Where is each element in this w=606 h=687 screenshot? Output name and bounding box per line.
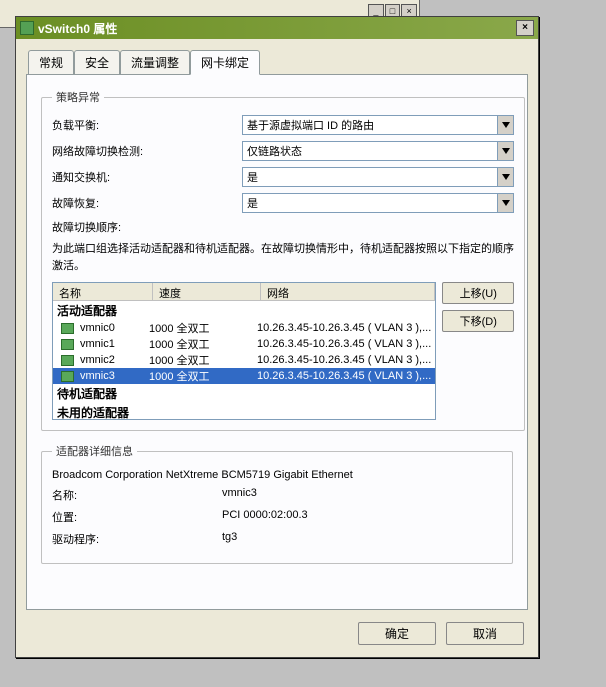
detail-location-value: PCI 0000:02:00.3	[222, 509, 308, 525]
failover-order-label: 故障切换顺序:	[52, 219, 242, 235]
table-row[interactable]: vmnic2 1000 全双工 10.26.3.45-10.26.3.45 ( …	[53, 352, 435, 368]
table-row[interactable]: vmnic3 1000 全双工 10.26.3.45-10.26.3.45 ( …	[53, 368, 435, 384]
close-button[interactable]: ×	[516, 20, 534, 36]
nic-icon	[61, 371, 74, 382]
col-header-speed[interactable]: 速度	[153, 283, 261, 300]
col-header-network[interactable]: 网络	[261, 283, 435, 300]
load-balancing-label: 负载平衡:	[52, 117, 242, 133]
ok-button[interactable]: 确定	[358, 622, 436, 645]
chevron-down-icon[interactable]	[497, 116, 513, 134]
nic-icon	[61, 339, 74, 350]
adapter-listview[interactable]: 名称 速度 网络 活动适配器 vmnic0 1000 全双工 10.26.3.4…	[52, 282, 436, 420]
detail-location-label: 位置:	[52, 509, 222, 525]
nic-icon	[61, 323, 74, 334]
detail-name-value: vmnic3	[222, 487, 257, 503]
tab-security[interactable]: 安全	[74, 50, 120, 75]
group-unused-adapters: 未用的适配器	[53, 403, 435, 420]
nic-teaming-panel: 策略异常 负载平衡: 基于源虚拟端口 ID 的路由 网络故障切换检测: 仅链路状…	[26, 74, 528, 610]
group-standby-adapters: 待机适配器	[53, 384, 435, 403]
policy-exceptions-group: 策略异常 负载平衡: 基于源虚拟端口 ID 的路由 网络故障切换检测: 仅链路状…	[41, 89, 525, 431]
detail-driver-label: 驱动程序:	[52, 531, 222, 547]
details-legend: 适配器详细信息	[52, 443, 137, 459]
failover-detection-select[interactable]: 仅链路状态	[242, 141, 514, 161]
notify-switches-label: 通知交换机:	[52, 169, 242, 185]
chevron-down-icon[interactable]	[497, 194, 513, 212]
notify-switches-select[interactable]: 是	[242, 167, 514, 187]
tab-strip: 常规 安全 流量调整 网卡绑定	[28, 50, 528, 75]
group-active-adapters: 活动适配器	[53, 301, 435, 320]
chevron-down-icon[interactable]	[497, 168, 513, 186]
move-up-button[interactable]: 上移(U)	[442, 282, 514, 304]
failback-label: 故障恢复:	[52, 195, 242, 211]
tab-nic-teaming[interactable]: 网卡绑定	[190, 50, 260, 75]
detail-name-label: 名称:	[52, 487, 222, 503]
vswitch-icon	[20, 21, 34, 35]
titlebar: vSwitch0 属性 ×	[16, 17, 538, 39]
tab-traffic-shaping[interactable]: 流量调整	[120, 50, 190, 75]
move-down-button[interactable]: 下移(D)	[442, 310, 514, 332]
chevron-down-icon[interactable]	[497, 142, 513, 160]
detail-driver-value: tg3	[222, 531, 237, 547]
list-header: 名称 速度 网络	[53, 283, 435, 301]
failover-detection-label: 网络故障切换检测:	[52, 143, 242, 159]
adapter-vendor: Broadcom Corporation NetXtreme BCM5719 G…	[52, 469, 353, 481]
load-balancing-select[interactable]: 基于源虚拟端口 ID 的路由	[242, 115, 514, 135]
failover-help-text: 为此端口组选择活动适配器和待机适配器。在故障切换情形中，待机适配器按照以下指定的…	[52, 241, 514, 274]
failback-select[interactable]: 是	[242, 193, 514, 213]
table-row[interactable]: vmnic1 1000 全双工 10.26.3.45-10.26.3.45 ( …	[53, 336, 435, 352]
cancel-button[interactable]: 取消	[446, 622, 524, 645]
col-header-name[interactable]: 名称	[53, 283, 153, 300]
vswitch-properties-dialog: vSwitch0 属性 × 常规 安全 流量调整 网卡绑定 策略异常 负载平衡:…	[15, 16, 539, 658]
table-row[interactable]: vmnic0 1000 全双工 10.26.3.45-10.26.3.45 ( …	[53, 320, 435, 336]
tab-general[interactable]: 常规	[28, 50, 74, 75]
adapter-details-group: 适配器详细信息 Broadcom Corporation NetXtreme B…	[41, 443, 513, 564]
window-title: vSwitch0 属性	[38, 20, 514, 37]
policy-legend: 策略异常	[52, 89, 104, 105]
nic-icon	[61, 355, 74, 366]
